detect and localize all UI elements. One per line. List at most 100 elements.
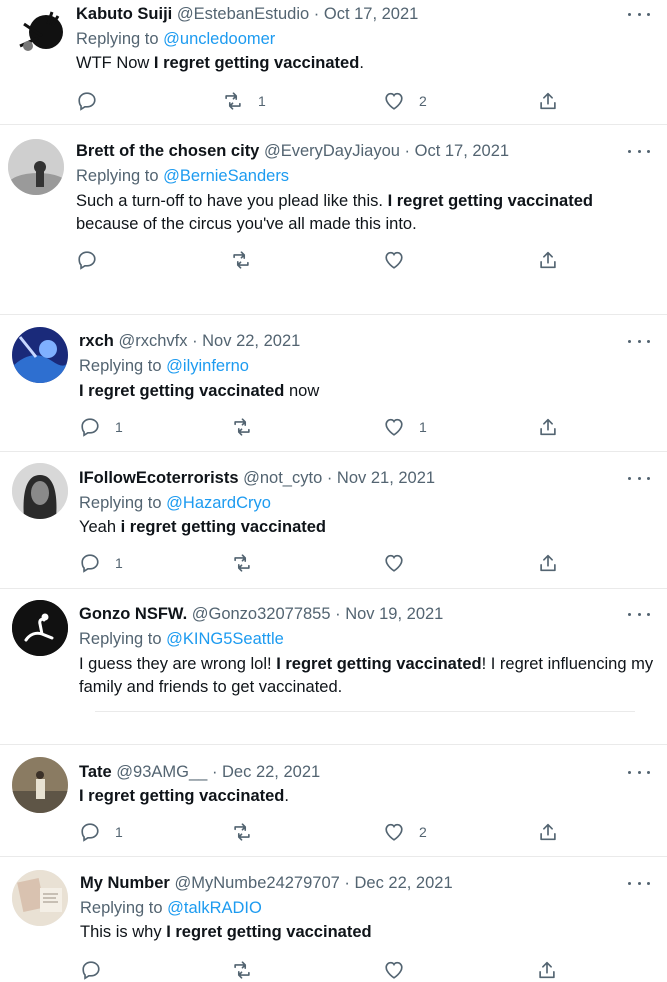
replying-to-link[interactable]: @HazardCryo xyxy=(166,494,271,512)
avatar[interactable] xyxy=(12,327,68,383)
tweet-text-after: . xyxy=(359,54,364,72)
more-icon[interactable] xyxy=(628,876,650,890)
tweet-divider xyxy=(0,744,667,745)
author-handle[interactable]: @Gonzo32077855 xyxy=(192,605,331,623)
like-button[interactable] xyxy=(383,551,419,575)
reply-button[interactable] xyxy=(80,958,116,982)
author-handle[interactable]: @93AMG__ xyxy=(116,763,207,781)
share-button[interactable] xyxy=(537,89,559,113)
more-icon[interactable] xyxy=(628,7,650,21)
replying-to: Replying to @KING5Seattle xyxy=(79,629,284,649)
author-handle[interactable]: @MyNumbe24279707 xyxy=(174,874,339,892)
replying-to-link[interactable]: @uncledoomer xyxy=(163,30,275,48)
heart-icon xyxy=(383,959,405,981)
like-button[interactable] xyxy=(383,248,419,272)
more-icon[interactable] xyxy=(628,607,650,621)
author-name[interactable]: Brett of the chosen city xyxy=(76,142,259,160)
author-name[interactable]: IFollowEcoterrorists xyxy=(79,469,239,487)
author-name[interactable]: Gonzo NSFW. xyxy=(79,605,187,623)
author-handle[interactable]: @rxchvfx xyxy=(118,332,187,350)
author-name[interactable]: Kabuto Suiji xyxy=(76,5,172,23)
retweet-button[interactable] xyxy=(231,551,267,575)
like-count: 2 xyxy=(419,824,427,840)
like-button[interactable]: 2 xyxy=(383,820,427,844)
tweet-text: WTF Now I regret getting vaccinated. xyxy=(76,52,646,75)
retweet-button[interactable] xyxy=(231,958,267,982)
replying-to-link[interactable]: @talkRADIO xyxy=(167,899,262,917)
tweet-text: Such a turn-off to have you plead like t… xyxy=(76,190,636,236)
tweet-date[interactable]: · Nov 21, 2021 xyxy=(327,469,435,487)
like-button[interactable] xyxy=(383,958,419,982)
avatar[interactable] xyxy=(12,600,68,656)
author-name[interactable]: rxch xyxy=(79,332,114,350)
share-icon xyxy=(537,90,559,112)
tweet-text-after: because of the circus you've all made th… xyxy=(76,215,417,233)
author-handle[interactable]: @EveryDayJiayou xyxy=(264,142,400,160)
reply-icon xyxy=(76,249,98,271)
reply-button[interactable]: 1 xyxy=(79,551,123,575)
tweet-text-before: Yeah xyxy=(79,518,121,536)
tweet-text-after: . xyxy=(284,787,289,805)
share-button[interactable] xyxy=(537,248,559,272)
reply-button[interactable] xyxy=(76,248,112,272)
replying-to: Replying to @HazardCryo xyxy=(79,493,271,513)
author-handle[interactable]: @not_cyto xyxy=(243,469,322,487)
reply-button[interactable]: 1 xyxy=(79,415,123,439)
more-icon[interactable] xyxy=(628,765,650,779)
replying-to: Replying to @ilyinferno xyxy=(79,356,249,376)
reply-count: 1 xyxy=(115,419,123,435)
tweet-text: This is why I regret getting vaccinated xyxy=(80,921,640,944)
tweet-text: Yeah i regret getting vaccinated xyxy=(79,516,639,539)
tweet-text-bold: I regret getting vaccinated xyxy=(153,54,360,72)
tweet-text-bold: I regret getting vaccinated xyxy=(166,923,372,941)
tweet-text-before: I guess they are wrong lol! xyxy=(79,655,277,673)
tweet-date[interactable]: · Oct 17, 2021 xyxy=(314,5,419,23)
replying-to-link[interactable]: @BernieSanders xyxy=(163,167,289,185)
reply-icon xyxy=(80,959,102,981)
heart-icon xyxy=(383,90,405,112)
retweet-icon xyxy=(231,552,253,574)
like-button[interactable]: 1 xyxy=(383,415,427,439)
avatar[interactable] xyxy=(8,139,64,195)
avatar[interactable] xyxy=(12,757,68,813)
reply-button[interactable]: 1 xyxy=(79,820,123,844)
heart-icon xyxy=(383,821,405,843)
tweet-date[interactable]: · Nov 19, 2021 xyxy=(335,605,443,623)
retweet-button[interactable] xyxy=(231,820,267,844)
avatar[interactable] xyxy=(12,6,68,62)
share-button[interactable] xyxy=(536,958,558,982)
tweet-divider xyxy=(95,711,635,712)
share-button[interactable] xyxy=(537,415,559,439)
like-button[interactable]: 2 xyxy=(383,89,427,113)
author-name[interactable]: Tate xyxy=(79,763,112,781)
more-icon[interactable] xyxy=(628,144,650,158)
share-icon xyxy=(537,249,559,271)
author-name[interactable]: My Number xyxy=(80,874,170,892)
more-icon[interactable] xyxy=(628,471,650,485)
replying-to-link[interactable]: @KING5Seattle xyxy=(166,630,284,648)
tweet-text: I regret getting vaccinated now xyxy=(79,380,639,403)
author-handle[interactable]: @EstebanEstudio xyxy=(177,5,309,23)
retweet-count: 1 xyxy=(258,93,266,109)
tweet-date[interactable]: · Dec 22, 2021 xyxy=(344,874,452,892)
replying-to: Replying to @BernieSanders xyxy=(76,166,289,186)
share-button[interactable] xyxy=(537,551,559,575)
tweet-text-bold: I regret getting vaccinated xyxy=(79,787,285,805)
retweet-button[interactable] xyxy=(230,248,266,272)
tweet-text: I guess they are wrong lol! I regret get… xyxy=(79,653,654,699)
tweet-date[interactable]: · Oct 17, 2021 xyxy=(405,142,510,160)
avatar[interactable] xyxy=(12,463,68,519)
reply-icon xyxy=(79,552,101,574)
replying-prefix: Replying to xyxy=(76,167,159,185)
tweet-date[interactable]: · Nov 22, 2021 xyxy=(192,332,300,350)
avatar[interactable] xyxy=(12,870,68,926)
replying-to-link[interactable]: @ilyinferno xyxy=(166,357,249,375)
share-button[interactable] xyxy=(537,820,559,844)
tweet-date[interactable]: · Dec 22, 2021 xyxy=(212,763,320,781)
reply-button[interactable] xyxy=(76,89,112,113)
retweet-button[interactable] xyxy=(231,415,267,439)
retweet-button[interactable]: 1 xyxy=(222,89,266,113)
replying-to: Replying to @uncledoomer xyxy=(76,29,275,49)
tweet-divider xyxy=(0,856,667,857)
more-icon[interactable] xyxy=(628,334,650,348)
